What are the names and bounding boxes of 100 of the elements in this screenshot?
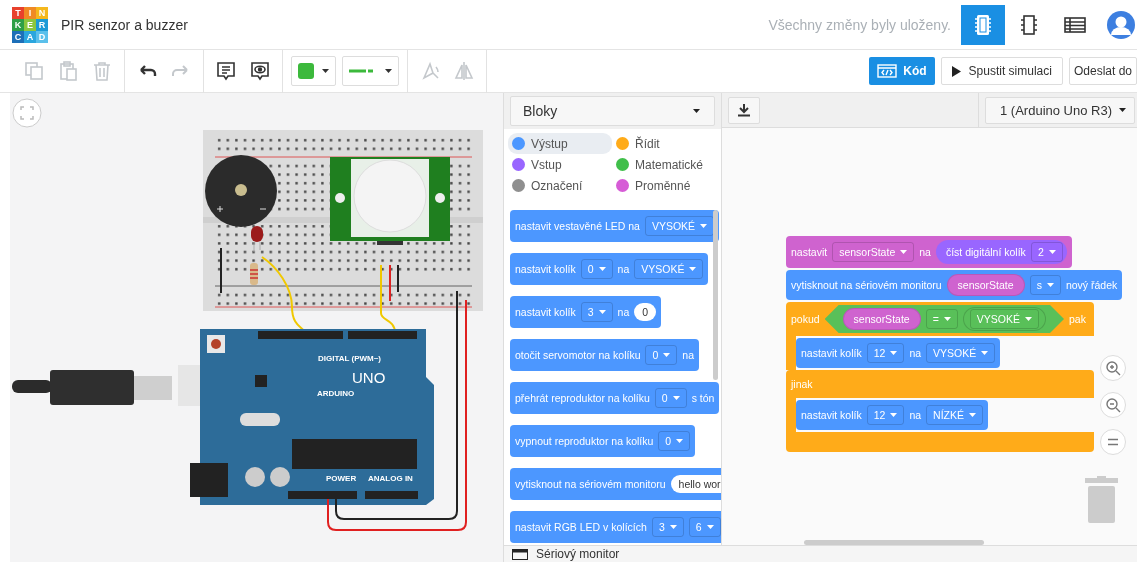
zoom-in-button[interactable] <box>1100 355 1126 381</box>
variable-reporter[interactable]: sensorState <box>842 308 921 330</box>
block-label: na <box>909 409 922 421</box>
if-block-row[interactable]: jinak <box>786 370 1094 398</box>
blocks-dropdown[interactable]: Bloky <box>510 96 715 126</box>
block-input[interactable]: hello wor <box>670 475 721 493</box>
zoom-out-button[interactable] <box>1100 392 1126 418</box>
category-item[interactable]: Matematické <box>612 154 716 175</box>
caret-icon <box>890 351 898 355</box>
block-dropdown[interactable]: 0 <box>645 345 678 365</box>
breadboard-icon <box>974 13 992 36</box>
if-else-block[interactable]: pokud sensorState = VYSOKÉ pak nastavit kolík 12 na VYSOKÉ jinak nastavit kolík 12 na NÍZKÉ <box>786 302 1094 452</box>
block-dropdown[interactable]: 12 <box>866 343 905 363</box>
code-block[interactable]: nastavit RGB LED v kolících 3 6 <box>510 511 721 543</box>
code-block[interactable]: vytisknout na sériovém monitoru sensorState s nový řádek <box>786 270 1123 300</box>
block-dropdown[interactable]: sensorState <box>832 242 915 262</box>
caret-icon <box>669 525 677 529</box>
block-label: vytisknout na sériovém monitoru <box>515 478 666 490</box>
project-title[interactable]: PIR senzor a buzzer <box>61 16 769 33</box>
block-dropdown[interactable]: = <box>925 309 958 329</box>
category-item[interactable]: Řídit <box>612 133 716 154</box>
code-block[interactable]: otočit servomotor na kolíku 0 na <box>510 339 699 371</box>
board-label: POWER <box>326 474 357 483</box>
caret-icon <box>676 439 684 443</box>
code-block[interactable]: přehrát reproduktor na kolíku 0 s tón <box>510 382 720 414</box>
board-label: DIGITAL (PWM~) <box>318 354 382 363</box>
caret-icon <box>689 267 697 271</box>
block-label: vypnout reproduktor na kolíku <box>515 435 654 447</box>
device-dropdown[interactable]: 1 (Arduino Uno R3) <box>985 96 1135 124</box>
caret-icon <box>981 351 989 355</box>
block-dropdown[interactable]: 3 <box>651 517 684 537</box>
value-block[interactable]: VYSOKÉ <box>962 307 1046 331</box>
logo[interactable]: T I N K E R C A D <box>12 6 48 43</box>
wire-style-picker[interactable] <box>342 56 399 86</box>
reset-zoom-button[interactable] <box>1100 429 1126 455</box>
code-block[interactable]: nastavit kolík 3 na 0 <box>510 296 662 328</box>
block-dropdown[interactable]: 0 <box>580 259 613 279</box>
code-button[interactable]: Kód <box>869 57 935 85</box>
code-block[interactable]: nastavit vestavěné LED na VYSOKÉ <box>510 210 720 242</box>
caret-icon <box>1046 283 1054 287</box>
board-label: ANALOG IN <box>368 474 413 483</box>
scrollbar[interactable] <box>713 210 718 380</box>
block-label: nastavit vestavěné LED na <box>515 220 640 232</box>
download-button[interactable] <box>728 96 760 124</box>
block-dropdown[interactable]: 2 <box>1030 242 1063 262</box>
if-block-row[interactable]: pokud sensorState = VYSOKÉ pak <box>786 302 1094 336</box>
block-input[interactable]: 0 <box>634 303 657 321</box>
code-block[interactable]: nastavit kolík 0 na VYSOKÉ <box>510 253 709 285</box>
caret-icon <box>700 224 708 228</box>
block-label: pokud <box>791 313 820 325</box>
caret-icon <box>385 69 392 73</box>
block-label: pak <box>1069 313 1086 325</box>
category-item[interactable]: Označení <box>508 175 612 196</box>
code-block[interactable]: vypnout reproduktor na kolíku 0 <box>510 425 696 457</box>
block-dropdown[interactable]: VYSOKÉ <box>634 259 704 279</box>
block-dropdown[interactable]: NÍZKÉ <box>926 405 983 425</box>
chip-icon <box>1020 13 1038 36</box>
block-label: na <box>617 263 630 275</box>
block-label: na <box>909 347 922 359</box>
block-dropdown[interactable]: 6 <box>688 517 721 537</box>
code-block[interactable]: nastavit kolík 12 na NÍZKÉ <box>796 400 988 430</box>
caret-icon <box>322 69 329 73</box>
category-item[interactable]: Vstup <box>508 154 612 175</box>
category-item[interactable]: Výstup <box>508 133 612 154</box>
caret-icon <box>598 310 606 314</box>
block-dropdown[interactable]: VYSOKÉ <box>969 309 1039 329</box>
block-label: nastavit kolík <box>801 409 862 421</box>
reporter-block[interactable]: číst digitální kolík 2 <box>935 240 1067 264</box>
simulate-button[interactable]: Spustit simulaci <box>940 57 1063 85</box>
code-block[interactable]: nastavit kolík 12 na VYSOKÉ <box>796 338 1001 368</box>
avatar-icon[interactable] <box>1107 10 1135 39</box>
block-label: vytisknout na sériovém monitoru <box>791 279 942 291</box>
zoom-in-icon <box>1105 360 1121 376</box>
block-label: otočit servomotor na kolíku <box>515 349 641 361</box>
fit-view-icon[interactable] <box>12 98 42 128</box>
block-label: s tón <box>691 392 715 404</box>
caret-icon <box>706 525 714 529</box>
color-picker[interactable] <box>291 56 336 86</box>
code-icon <box>877 64 898 78</box>
block-label: na <box>617 306 630 318</box>
caret-icon <box>943 317 951 321</box>
variable-reporter[interactable]: sensorState <box>946 274 1025 296</box>
serial-monitor-bar[interactable]: Sériový monitor <box>503 545 1137 562</box>
block-dropdown[interactable]: 3 <box>580 302 613 322</box>
block-dropdown[interactable]: 12 <box>866 405 905 425</box>
serial-monitor-label: Sériový monitor <box>536 547 620 561</box>
code-block[interactable]: nastavit sensorState na číst digitální kolík 2 <box>786 236 1072 268</box>
caret-icon <box>969 413 976 417</box>
condition-block[interactable]: sensorState = VYSOKÉ <box>824 305 1064 333</box>
monitor-icon <box>512 548 528 560</box>
category-item[interactable]: Proměnné <box>612 175 716 196</box>
caret-icon <box>890 413 898 417</box>
block-dropdown[interactable]: 0 <box>658 431 691 451</box>
send-button[interactable]: Odeslat do <box>1068 57 1137 85</box>
scrollbar[interactable] <box>804 540 984 545</box>
trash-icon[interactable] <box>1085 476 1118 523</box>
code-block[interactable]: vytisknout na sériovém monitoru hello wor <box>510 468 721 500</box>
block-dropdown[interactable]: VYSOKÉ <box>926 343 996 363</box>
block-dropdown[interactable]: s <box>1029 275 1061 295</box>
block-dropdown[interactable]: 0 <box>654 388 687 408</box>
